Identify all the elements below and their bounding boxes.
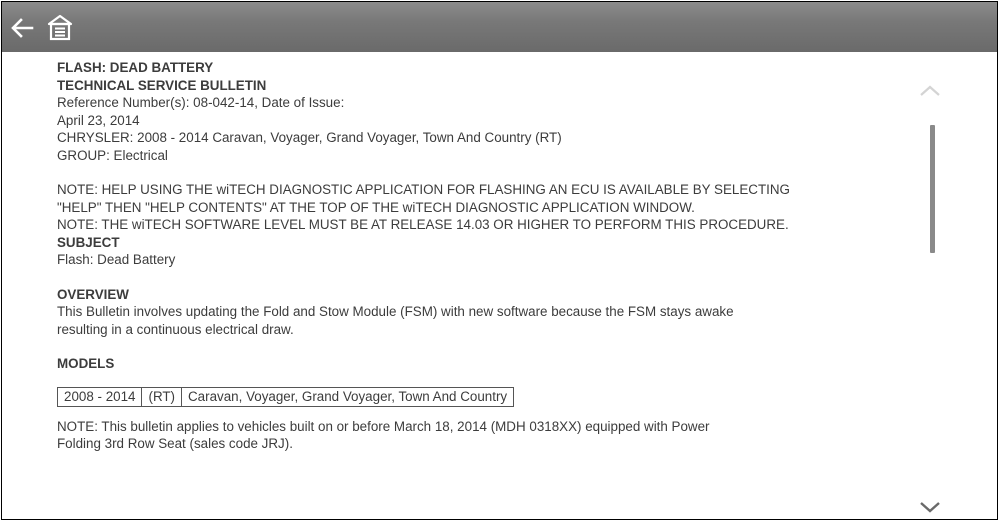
model-code-cell: (RT) (141, 386, 183, 407)
reference-number: Reference Number(s): 08-042-14, Date of … (57, 95, 345, 110)
note-help-line-1: NOTE: HELP USING THE wiTECH DIAGNOSTIC A… (57, 182, 790, 197)
back-button[interactable] (4, 10, 40, 46)
app-window: FLASH: DEAD BATTERY TECHNICAL SERVICE BU… (1, 1, 998, 520)
models-heading: MODELS (57, 356, 115, 371)
vehicle-applicability: CHRYSLER: 2008 - 2014 Caravan, Voyager, … (57, 130, 562, 145)
home-button[interactable] (42, 10, 78, 46)
scroll-down-button[interactable] (917, 497, 943, 517)
table-row: 2008 - 2014 (RT) Caravan, Voyager, Grand… (56, 386, 515, 407)
issue-date: April 23, 2014 (57, 112, 140, 128)
subject-heading: SUBJECT (57, 234, 120, 250)
bulletin-content: FLASH: DEAD BATTERY TECHNICAL SERVICE BU… (56, 59, 897, 519)
subject-text: Flash: Dead Battery (57, 252, 176, 267)
bulletin-group: GROUP: Electrical (57, 147, 168, 163)
note-software: NOTE: THE wiTECH SOFTWARE LEVEL MUST BE … (57, 217, 789, 232)
note-applies-line-1: NOTE: This bulletin applies to vehicles … (57, 418, 710, 434)
scrollbar-thumb[interactable] (930, 125, 935, 253)
back-arrow-icon (11, 18, 34, 38)
overview-heading: OVERVIEW (57, 286, 129, 302)
overview-line-1: This Bulletin involves updating the Fold… (57, 304, 734, 319)
model-years-cell: 2008 - 2014 (56, 386, 143, 407)
scroll-up-button[interactable] (917, 80, 943, 100)
model-names-cell: Caravan, Voyager, Grand Voyager, Town An… (181, 386, 515, 407)
bulletin-title: FLASH: DEAD BATTERY (57, 60, 214, 75)
home-icon (47, 14, 73, 41)
chevron-up-icon (920, 85, 940, 96)
chevron-down-icon (920, 502, 940, 513)
overview-line-2: resulting in a continuous electrical dra… (57, 321, 294, 337)
models-table: 2008 - 2014 (RT) Caravan, Voyager, Grand… (56, 386, 515, 407)
top-toolbar (2, 2, 997, 52)
note-applies-line-2: Folding 3rd Row Seat (sales code JRJ). (57, 436, 293, 451)
note-help-line-2: "HELP" THEN "HELP CONTENTS" AT THE TOP O… (57, 199, 695, 215)
bulletin-type: TECHNICAL SERVICE BULLETIN (57, 77, 267, 93)
